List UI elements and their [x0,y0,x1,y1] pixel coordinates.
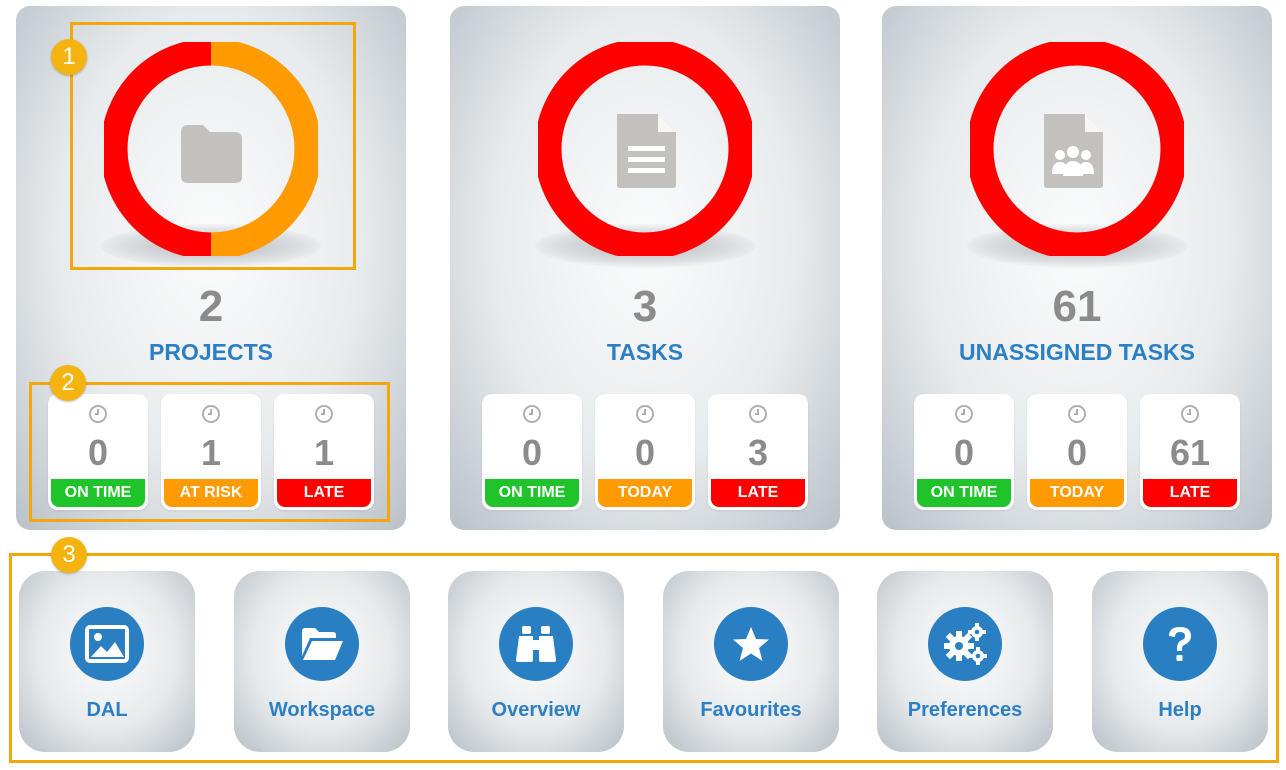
clock-icon [636,405,654,423]
star-icon [714,607,788,681]
tile-dal[interactable]: DAL [19,571,195,752]
tile-help[interactable]: Help [1092,571,1268,752]
tasks-stats: 0 ON TIME 0 TODAY 3 LATE [482,394,808,512]
stat-value: 61 [1169,432,1211,473]
tile-label: Help [1158,699,1202,721]
stat-value: 3 [747,432,769,473]
stat-label: TODAY [1030,479,1124,507]
unassigned-stat-on-time[interactable]: 0 ON TIME [914,394,1014,510]
stat-label: LATE [711,479,805,507]
stat-value: 0 [953,432,975,473]
clock-icon [1181,405,1199,423]
tasks-count: 3 [632,282,658,331]
tasks-stat-today[interactable]: 0 TODAY [595,394,695,510]
tile-label: Workspace [268,699,376,721]
tasks-stat-on-time[interactable]: 0 ON TIME [482,394,582,510]
tile-workspace[interactable]: Workspace [234,571,410,752]
unassigned-stats: 0 ON TIME 0 TODAY 61 LATE [914,394,1240,512]
clock-icon [523,405,541,423]
tile-label: Favourites [700,699,802,721]
tile-preferences[interactable]: Preferences [877,571,1053,752]
tasks-title[interactable]: TASKS [450,339,840,366]
unassigned-tasks-card[interactable]: 61 UNASSIGNED TASKS 0 ON TIME 0 TODAY 61… [882,6,1272,530]
tile-label: DAL [86,699,128,721]
stat-label: ON TIME [485,479,579,507]
tile-label: Preferences [907,699,1023,721]
question-icon [1143,607,1217,681]
tasks-card[interactable]: 3 TASKS 0 ON TIME 0 TODAY 3 LATE [450,6,840,530]
annotation-badge-3: 3 [51,537,87,573]
clock-icon [955,405,973,423]
annotation-box-2 [29,382,390,522]
stat-label: ON TIME [917,479,1011,507]
unassigned-tasks-count: 61 [1052,282,1102,331]
tile-favourites[interactable]: Favourites [663,571,839,752]
tile-label: Overview [491,699,581,721]
projects-count: 2 [198,282,224,331]
tasks-stat-late[interactable]: 3 LATE [708,394,808,510]
stat-value: 0 [634,432,656,473]
stat-label: LATE [1143,479,1237,507]
stat-label: TODAY [598,479,692,507]
unassigned-stat-late[interactable]: 61 LATE [1140,394,1240,510]
unassigned-donut-chart[interactable] [882,6,1272,286]
document-users-icon [1044,114,1103,188]
annotation-box-3 [9,553,1279,763]
gears-icon [928,607,1002,681]
stat-value: 0 [1066,432,1088,473]
annotation-badge-2: 2 [50,365,86,401]
unassigned-stat-today[interactable]: 0 TODAY [1027,394,1127,510]
folder-open-icon [285,607,359,681]
unassigned-tasks-title[interactable]: UNASSIGNED TASKS [882,339,1272,366]
unassigned-donut [970,42,1184,256]
tile-overview[interactable]: Overview [448,571,624,752]
tasks-donut-chart[interactable] [450,6,840,286]
stat-value: 0 [521,432,543,473]
clock-icon [1068,405,1086,423]
document-icon [617,114,676,188]
image-icon [70,607,144,681]
annotation-badge-1: 1 [51,39,87,75]
binoculars-icon [499,607,573,681]
tasks-donut [538,42,752,256]
clock-icon [749,405,767,423]
annotation-box-1 [70,22,356,270]
projects-title[interactable]: PROJECTS [16,339,406,366]
